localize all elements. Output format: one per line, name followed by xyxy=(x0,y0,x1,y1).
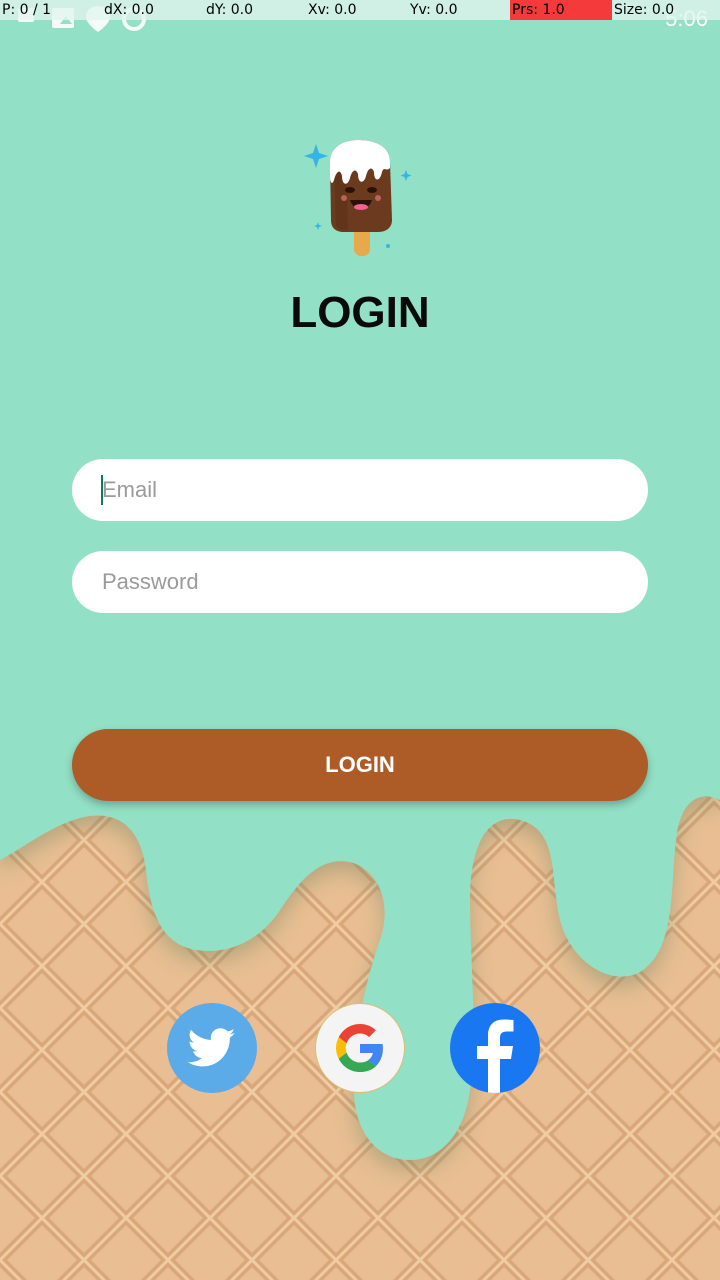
login-button[interactable]: LOGIN xyxy=(72,729,648,801)
page-title: LOGIN xyxy=(290,288,430,337)
google-login-button[interactable] xyxy=(315,1003,405,1093)
text-cursor xyxy=(101,475,103,505)
overlay-dy: dY: 0.0 xyxy=(206,2,254,18)
password-input[interactable] xyxy=(102,569,648,595)
pointer-location-overlay: P: 0 / 1 dX: 0.0 dY: 0.0 Xv: 0.0 Yv: 0.0… xyxy=(0,0,720,20)
google-g-icon xyxy=(336,1024,383,1072)
email-field[interactable] xyxy=(72,459,648,521)
password-field[interactable] xyxy=(72,551,648,613)
overlay-dx: dX: 0.0 xyxy=(104,2,154,18)
overlay-yv: Yv: 0.0 xyxy=(410,2,458,18)
facebook-f-icon xyxy=(477,1019,514,1093)
email-input[interactable] xyxy=(102,477,648,503)
overlay-pressure: Prs: 1.0 xyxy=(510,0,612,20)
twitter-bird-icon xyxy=(188,1028,236,1067)
overlay-pointer-count: P: 0 / 1 xyxy=(2,2,52,18)
twitter-login-button[interactable] xyxy=(167,1003,257,1093)
ice-cream-bar-icon xyxy=(298,136,418,262)
overlay-size: Size: 0.0 xyxy=(614,2,675,18)
facebook-login-button[interactable] xyxy=(450,1003,540,1093)
overlay-xv: Xv: 0.0 xyxy=(308,2,357,18)
